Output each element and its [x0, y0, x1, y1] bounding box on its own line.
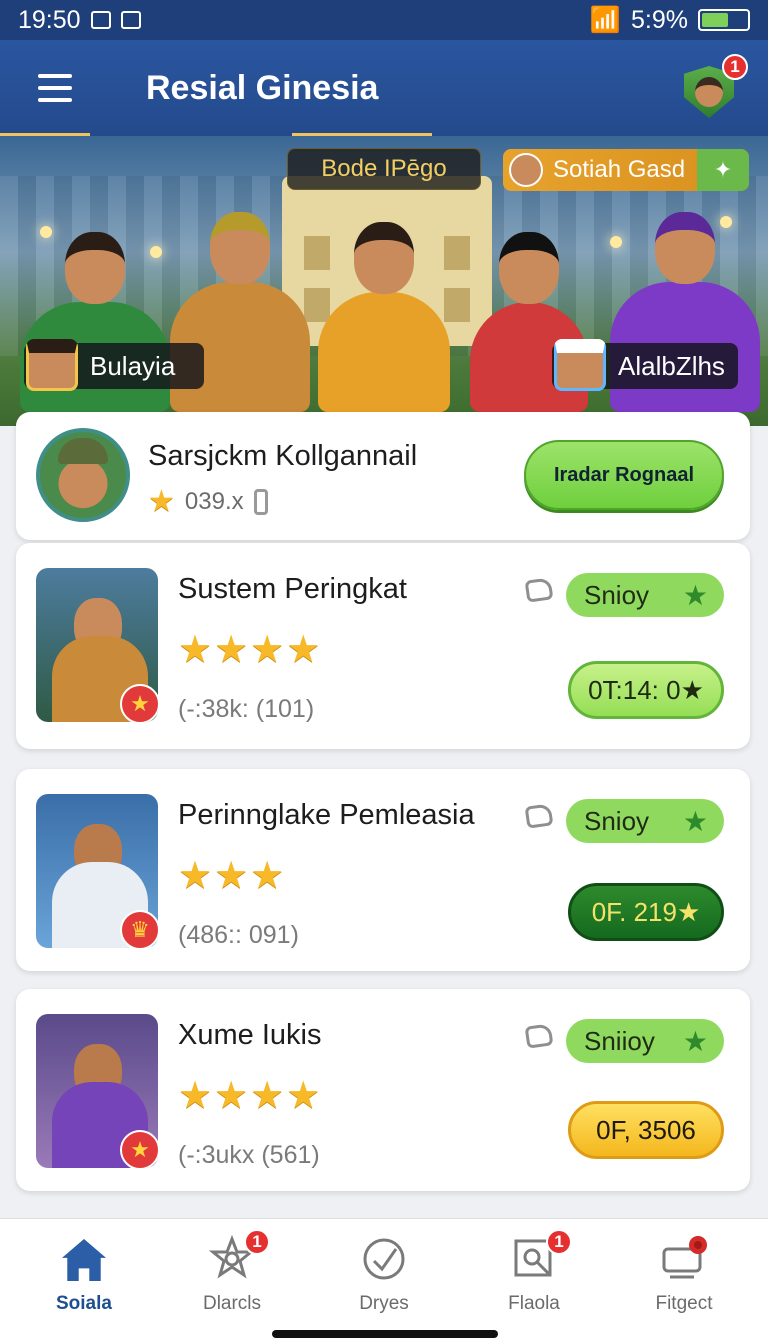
featured-name: Sarsjckm Kollgannail — [148, 440, 418, 472]
pill-label: Snioy — [584, 805, 650, 836]
item-title: Perinnglake Pemleasia — [178, 799, 475, 831]
nav-label: Dryes — [359, 1293, 409, 1314]
pill-label: Sniioy — [584, 1025, 655, 1056]
pill-label: Snioy — [584, 579, 650, 610]
nav-item-badges[interactable]: 1 Dlarcls — [162, 1229, 302, 1315]
star-icon: ★ — [148, 485, 175, 518]
share-icon[interactable]: ✦ — [697, 149, 749, 191]
player-figure — [318, 222, 450, 412]
wifi-icon: 📶 — [589, 5, 622, 34]
banner-center-tag[interactable]: Bode IPēgo — [287, 148, 481, 190]
app-icon — [120, 11, 141, 29]
rating-stars: ★★★★ — [178, 1075, 323, 1117]
star-icon: ★ — [682, 1026, 708, 1057]
item-thumbnail: ★ — [36, 568, 158, 722]
status-pill[interactable]: Snioy ★ — [566, 799, 724, 843]
chat-rose-icon — [660, 1235, 708, 1283]
featured-card[interactable]: Sarsjckm Kollgannail ★ 039.x Iradar Rogn… — [16, 412, 750, 540]
avatar — [509, 153, 543, 187]
stadium-light — [40, 226, 52, 238]
page-title: Resial Ginesia — [146, 68, 379, 107]
stadium-light — [720, 216, 732, 228]
item-thumbnail: ♛ — [36, 794, 158, 948]
home-indicator[interactable] — [272, 1330, 498, 1338]
profile-avatar-button[interactable]: 1 — [684, 54, 748, 118]
nav-label: Dlarcls — [202, 1293, 262, 1314]
item-meta: (-:3ukx (561) — [178, 1141, 320, 1169]
favorite-icon[interactable] — [524, 803, 554, 829]
star-badge-icon: ★ — [120, 684, 158, 722]
favorite-icon[interactable] — [524, 577, 554, 603]
list-item[interactable]: ★ Xume Iukis ★★★★ (-:3ukx (561) Sniioy ★ … — [16, 989, 750, 1191]
item-thumbnail: ★ — [36, 1014, 158, 1168]
player-tag-left[interactable]: Bulayia — [24, 339, 204, 391]
trophy-badge-icon: ♛ — [120, 910, 158, 948]
app-header: Resial Ginesia 1 — [0, 40, 768, 136]
bottom-navigation: Soiala 1 Dlarcls Dryes 1 Flaola Fitgect — [0, 1218, 768, 1344]
nav-item-home[interactable]: Soiala — [14, 1235, 154, 1315]
item-title: Xume Iukis — [178, 1019, 322, 1051]
notification-badge: 1 — [722, 54, 748, 80]
player-name: AlalbZlhs — [618, 350, 725, 381]
nav-label: Soiala — [56, 1293, 112, 1314]
nav-item-more[interactable]: Fitgect — [614, 1235, 754, 1315]
avatar — [26, 339, 78, 391]
banner-right-tag[interactable]: Sotiah Gasd ✦ — [503, 149, 749, 191]
notification-icon — [90, 11, 111, 29]
battery-percent: 5:9% — [631, 5, 688, 34]
price-button[interactable]: 0F. 219★ — [568, 883, 724, 941]
nav-badge: 1 — [546, 1229, 572, 1255]
featured-stat: ★ 039.x — [148, 484, 268, 519]
favorite-icon[interactable] — [524, 1023, 554, 1049]
nav-label: Flaola — [508, 1293, 560, 1314]
battery-icon — [698, 9, 750, 31]
star-icon: ★ — [682, 806, 708, 837]
badge-star-icon: 1 — [208, 1229, 270, 1283]
bottle-icon — [253, 488, 268, 515]
stadium-light — [150, 246, 162, 258]
status-bar: 19:50 📶 5:9% — [0, 0, 768, 40]
stadium-light — [610, 236, 622, 248]
list-item[interactable]: ♛ Perinnglake Pemleasia ★★★ (486:: 091) … — [16, 769, 750, 971]
rating-stars: ★★★★ — [178, 629, 323, 671]
rating-stars: ★★★ — [178, 855, 287, 897]
avatar — [36, 428, 130, 522]
item-meta: (486:: 091) — [178, 921, 299, 949]
price-button[interactable]: 0T:14: 0★ — [568, 661, 724, 719]
status-pill[interactable]: Snioy ★ — [566, 573, 724, 617]
banner-right-label: Sotiah Gasd — [553, 156, 686, 183]
item-title: Sustem Peringkat — [178, 573, 407, 605]
home-icon — [60, 1235, 108, 1283]
status-pill[interactable]: Sniioy ★ — [566, 1019, 724, 1063]
featured-stat-value: 039.x — [184, 487, 244, 515]
nav-label: Fitgect — [655, 1293, 713, 1314]
avatar — [695, 77, 723, 107]
menu-icon[interactable] — [38, 74, 72, 102]
nav-badge: 1 — [244, 1229, 270, 1255]
status-time: 19:50 — [18, 5, 81, 34]
player-name: Bulayia — [90, 350, 176, 381]
avatar — [554, 339, 606, 391]
item-meta: (-:38k: (101) — [178, 695, 315, 723]
list-item[interactable]: ★ Sustem Peringkat ★★★★ (-:38k: (101) Sn… — [16, 543, 750, 749]
star-icon: ★ — [682, 580, 708, 611]
hero-banner[interactable]: Bode IPēgo Sotiah Gasd ✦ Bulayia AlalbZl… — [0, 136, 768, 426]
price-button[interactable]: 0F, 3506 — [568, 1101, 724, 1159]
star-badge-icon: ★ — [120, 1130, 158, 1168]
check-circle-icon — [360, 1235, 408, 1283]
player-tag-right[interactable]: AlalbZlhs — [552, 339, 738, 391]
nav-item-tasks[interactable]: Dryes — [314, 1235, 454, 1315]
nav-item-gallery[interactable]: 1 Flaola — [464, 1229, 604, 1315]
featured-action-button[interactable]: Iradar Rognaal — [524, 440, 724, 510]
frame-search-icon: 1 — [510, 1229, 572, 1283]
